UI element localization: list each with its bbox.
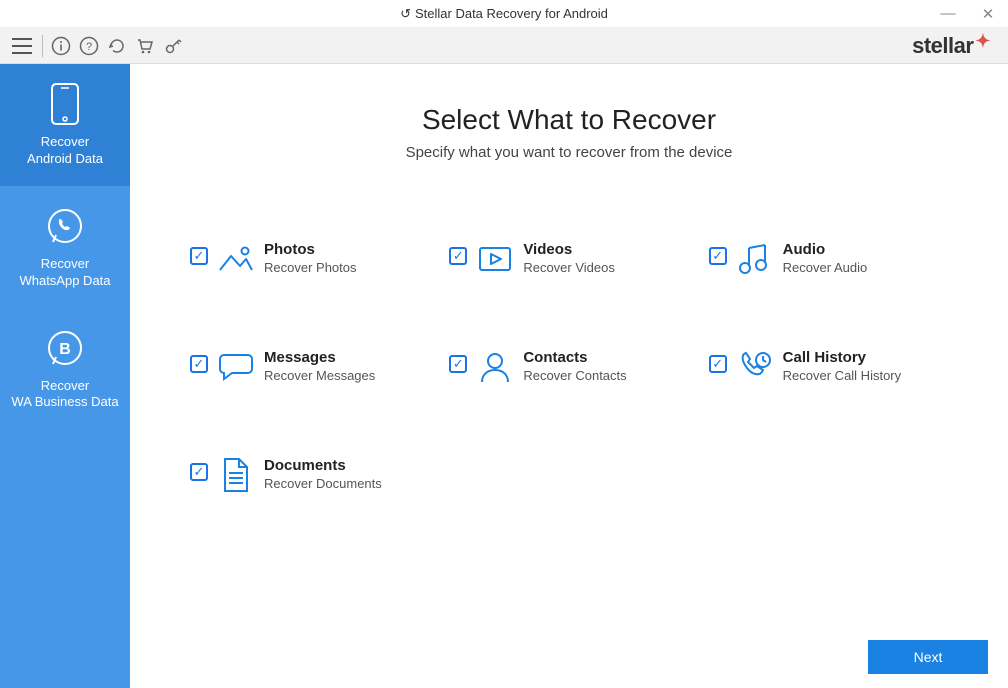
titlebar-title: ↺Stellar Data Recovery for Android [0,6,1008,22]
close-button[interactable]: ✕ [968,0,1008,28]
checkbox-videos[interactable]: ✓ [449,247,467,265]
sidebar-label-line1: Recover [41,256,89,271]
back-arrow-icon: ↺ [400,6,411,21]
item-desc: Recover Photos [264,260,357,275]
item-title: Documents [264,457,382,474]
recover-option-audio[interactable]: ✓ Audio Recover Audio [709,241,948,277]
toolbar: ? stellar✦ [0,28,1008,64]
sidebar: Recover Android Data Recover WhatsApp Da… [0,64,130,688]
call-history-icon [737,349,773,385]
business-icon: B [43,326,87,370]
sidebar-label-line2: WA Business Data [11,394,118,409]
help-icon[interactable]: ? [77,34,101,58]
item-title: Messages [264,349,375,366]
item-title: Audio [783,241,868,258]
phone-icon [43,82,87,126]
recover-option-photos[interactable]: ✓ Photos Recover Photos [190,241,429,277]
messages-icon [218,349,254,385]
titlebar: ↺Stellar Data Recovery for Android — ✕ [0,0,1008,28]
checkbox-photos[interactable]: ✓ [190,247,208,265]
brand-logo: stellar✦ [912,33,998,59]
toolbar-divider [42,35,43,57]
svg-text:?: ? [86,41,92,53]
svg-text:B: B [59,341,71,358]
checkbox-messages[interactable]: ✓ [190,355,208,373]
checkbox-audio[interactable]: ✓ [709,247,727,265]
audio-icon [737,241,773,277]
sidebar-item-whatsapp-data[interactable]: Recover WhatsApp Data [0,186,130,308]
item-title: Call History [783,349,901,366]
item-desc: Recover Messages [264,368,375,383]
page-title: Select What to Recover [180,104,958,136]
item-title: Contacts [523,349,626,366]
recover-option-contacts[interactable]: ✓ Contacts Recover Contacts [449,349,688,385]
sidebar-item-android-data[interactable]: Recover Android Data [0,64,130,186]
recover-option-documents[interactable]: ✓ Documents Recover Documents [190,457,429,493]
item-desc: Recover Call History [783,368,901,383]
sidebar-label-line2: Android Data [27,151,103,166]
whatsapp-icon [43,204,87,248]
cart-icon[interactable] [133,34,157,58]
videos-icon [477,241,513,277]
contacts-icon [477,349,513,385]
checkbox-contacts[interactable]: ✓ [449,355,467,373]
sidebar-label-line2: WhatsApp Data [19,273,110,288]
refresh-icon[interactable] [105,34,129,58]
sidebar-item-wa-business-data[interactable]: B Recover WA Business Data [0,308,130,430]
photos-icon [218,241,254,277]
item-title: Photos [264,241,357,258]
recover-option-call-history[interactable]: ✓ Call History Recover Call History [709,349,948,385]
menu-icon[interactable] [10,34,34,58]
item-desc: Recover Videos [523,260,615,275]
checkbox-documents[interactable]: ✓ [190,463,208,481]
documents-icon [218,457,254,493]
key-icon[interactable] [161,34,185,58]
item-title: Videos [523,241,615,258]
recover-option-messages[interactable]: ✓ Messages Recover Messages [190,349,429,385]
star-icon: ✦ [975,31,990,52]
info-icon[interactable] [49,34,73,58]
minimize-button[interactable]: — [928,0,968,28]
next-button[interactable]: Next [868,640,988,674]
page-subtitle: Specify what you want to recover from th… [180,144,958,161]
sidebar-label-line1: Recover [41,134,89,149]
sidebar-label-line1: Recover [41,378,89,393]
main-panel: Select What to Recover Specify what you … [130,64,1008,688]
checkbox-call-history[interactable]: ✓ [709,355,727,373]
item-desc: Recover Contacts [523,368,626,383]
item-desc: Recover Documents [264,476,382,491]
item-desc: Recover Audio [783,260,868,275]
recover-option-videos[interactable]: ✓ Videos Recover Videos [449,241,688,277]
